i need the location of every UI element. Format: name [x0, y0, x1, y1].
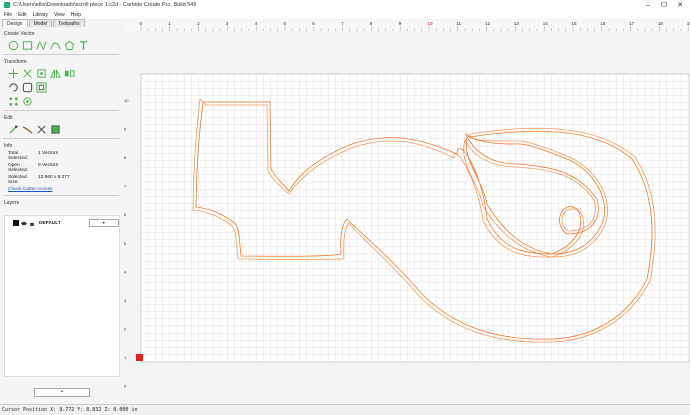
create-vector-header: Create Vector [4, 31, 35, 37]
menu-view[interactable]: View [54, 12, 65, 18]
design-canvas[interactable]: 012345678910111213141516171819 109876543… [122, 19, 690, 404]
total-selected-label: Total Selected: [8, 151, 29, 161]
origin-marker [136, 354, 143, 361]
x-ruler-label: 10 [428, 21, 434, 26]
corner-icon[interactable] [22, 82, 33, 93]
mirror-icon[interactable] [50, 68, 61, 79]
tab-toolpaths[interactable]: Toolpaths [53, 19, 85, 27]
trim-icon[interactable] [36, 124, 47, 135]
edit-header: Edit [4, 115, 13, 121]
menu-edit[interactable]: Edit [18, 12, 27, 18]
polygon-tool-icon[interactable] [64, 40, 75, 51]
layer-options-dropdown[interactable]: ▾ [88, 219, 119, 227]
canvas-svg[interactable]: 012345678910111213141516171819 109876543… [122, 19, 690, 404]
top-ruler: 012345678910111213141516171819 [122, 19, 690, 31]
y-ruler-label: 10 [124, 98, 129, 103]
menu-bar: File Edit Library View Help [0, 10, 690, 19]
title-bar: C:\Users\ellis\Downloads\scroll piece 1.… [0, 0, 690, 10]
maximize-button[interactable]: ☐ [656, 0, 672, 10]
visibility-eye-icon[interactable] [21, 221, 27, 226]
polyline-tool-icon[interactable] [36, 40, 47, 51]
transform-header: Transform [4, 59, 27, 65]
join-icon[interactable] [22, 124, 33, 135]
x-ruler-label: 11 [456, 21, 461, 26]
menu-library[interactable]: Library [33, 12, 48, 18]
boolean-icon[interactable] [50, 124, 61, 135]
rectangle-tool-icon[interactable] [22, 40, 33, 51]
total-selected-value: 1 Vectors [38, 151, 58, 156]
layers-list: DEFAULT ▾ [4, 215, 120, 377]
distribute-icon[interactable] [64, 68, 75, 79]
x-ruler-label: 18 [658, 21, 664, 26]
x-ruler-label: 12 [485, 21, 491, 26]
window-title: C:\Users\ellis\Downloads\scroll piece 1.… [13, 2, 197, 8]
app-icon [4, 2, 10, 8]
open-selected-label: Open Selected: [8, 163, 29, 173]
x-ruler-label: 17 [629, 21, 635, 26]
x-ruler-label: 13 [514, 21, 520, 26]
offset-icon[interactable] [36, 82, 47, 93]
layers-header: Layers [4, 200, 20, 206]
info-header: Info [4, 143, 13, 149]
curve-tool-icon[interactable] [50, 40, 61, 51]
menu-help[interactable]: Help [71, 12, 81, 18]
layer-name: DEFAULT [39, 220, 61, 226]
menu-file[interactable]: File [4, 12, 12, 18]
scale-icon[interactable] [22, 68, 33, 79]
node-edit-icon[interactable] [8, 124, 19, 135]
layer-color-swatch[interactable] [13, 220, 19, 226]
move-icon[interactable] [8, 68, 19, 79]
close-button[interactable]: ✕ [672, 0, 688, 10]
selected-size-value: 13.960 x 8.377 [38, 175, 70, 180]
text-tool-icon[interactable] [78, 40, 89, 51]
rotate-icon[interactable] [8, 82, 19, 93]
status-bar: Cursor Position X: 9.772 Y: 8.832 Z: 0.0… [0, 404, 690, 414]
layer-row[interactable]: DEFAULT ▾ [13, 219, 119, 227]
tab-design[interactable]: Design [2, 19, 28, 27]
x-ruler-label: 14 [543, 21, 549, 26]
check-cutter-access-link[interactable]: Check Cutter Access [8, 187, 122, 192]
tab-model[interactable]: Model [28, 19, 53, 27]
array-icon[interactable] [8, 96, 19, 107]
align-icon[interactable] [36, 68, 47, 79]
add-layer-button[interactable]: + [34, 388, 90, 397]
lock-icon[interactable] [29, 221, 35, 226]
open-selected-value: 0 Vectors [38, 163, 58, 168]
x-ruler-label: 16 [600, 21, 606, 26]
selected-size-label: Selected Size: [8, 175, 27, 185]
circular-array-icon[interactable] [22, 96, 33, 107]
minimize-button[interactable]: – [640, 0, 656, 10]
x-ruler-label: 15 [572, 21, 578, 26]
circle-tool-icon[interactable] [8, 40, 19, 51]
grid [140, 73, 690, 363]
